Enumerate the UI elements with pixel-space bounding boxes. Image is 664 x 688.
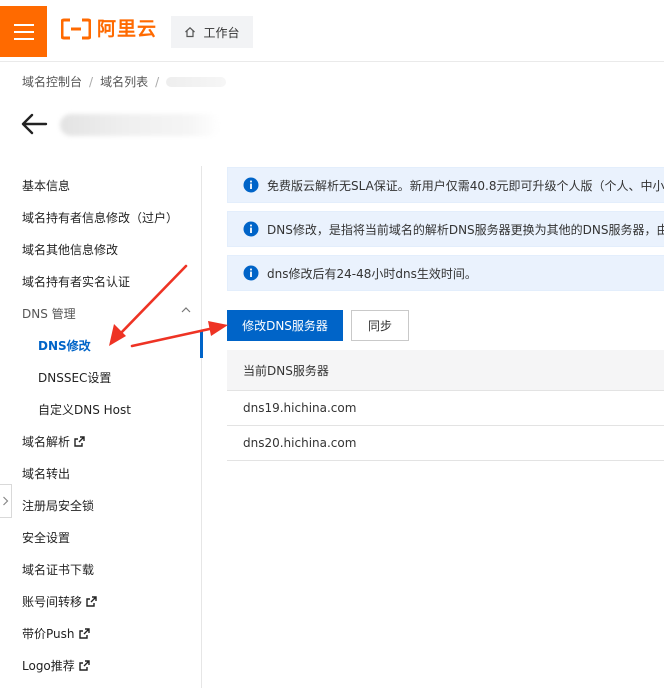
dns-server-value: dns20.hichina.com xyxy=(243,436,357,450)
menu-line xyxy=(13,30,34,33)
sidebar-item-security-settings[interactable]: 安全设置 xyxy=(22,529,70,546)
aliyun-logo-icon xyxy=(61,18,91,40)
menu-line xyxy=(13,37,34,40)
notice-free-version: 免费版云解析无SLA保证。新用户仅需40.8元即可升级个人版（个人、中小企业 xyxy=(227,167,664,203)
chevron-up-icon[interactable] xyxy=(180,305,192,315)
aliyun-logo[interactable]: 阿里云 xyxy=(61,18,157,40)
sidebar-item-label: 域名持有者信息修改（过户） xyxy=(22,211,179,225)
workbench-label: 工作台 xyxy=(203,25,240,40)
sidebar-item-label: 域名其他信息修改 xyxy=(22,243,119,257)
sidebar-item-dnssec[interactable]: DNSSEC设置 xyxy=(38,369,111,386)
info-icon xyxy=(243,177,259,193)
workbench-button[interactable]: 工作台 xyxy=(171,16,253,48)
notice-dns-modify-explain: DNS修改，是指将当前域名的解析DNS服务器更换为其他的DNS服务器，由你 xyxy=(227,211,664,247)
breadcrumb-separator: / xyxy=(155,74,160,89)
sidebar-item-label: 基本信息 xyxy=(22,179,71,193)
active-indicator xyxy=(200,330,203,358)
sidebar-item-priced-push[interactable]: 带价Push xyxy=(22,625,90,642)
sidebar-group-dns-management[interactable]: DNS 管理 xyxy=(22,305,76,322)
notice-text: dns修改后有24-48小时dns生效时间。 xyxy=(267,266,477,281)
sidebar-item-label: DNS 管理 xyxy=(22,307,76,321)
external-link-icon xyxy=(78,628,90,639)
logo-text: 阿里云 xyxy=(97,18,158,40)
notice-text: DNS修改，是指将当前域名的解析DNS服务器更换为其他的DNS服务器，由你 xyxy=(267,222,664,237)
sidebar-item-label: 自定义DNS Host xyxy=(38,403,131,417)
home-icon xyxy=(185,26,196,38)
sidebar-item-basic-info[interactable]: 基本信息 xyxy=(22,177,70,194)
sidebar-item-label: Logo推荐 xyxy=(22,659,75,673)
sidebar-item-label: 安全设置 xyxy=(22,531,71,545)
back-arrow-icon[interactable] xyxy=(20,112,48,136)
sidebar-item-label: 域名持有者实名认证 xyxy=(22,275,131,289)
breadcrumb: 域名控制台 / 域名列表 / xyxy=(22,73,227,90)
sidebar-item-domain-transfer-out[interactable]: 域名转出 xyxy=(22,465,70,482)
sidebar-item-logo-recommend[interactable]: Logo推荐 xyxy=(22,657,90,674)
sync-button[interactable]: 同步 xyxy=(351,310,409,341)
sidebar-collapse-toggle[interactable] xyxy=(0,484,12,518)
info-icon xyxy=(243,265,259,281)
sidebar-item-label: DNSSEC设置 xyxy=(38,371,112,385)
breadcrumb-domain-console[interactable]: 域名控制台 xyxy=(22,73,82,90)
sidebar-item-label: 账号间转移 xyxy=(22,595,83,609)
external-link-icon xyxy=(74,436,85,447)
sidebar-item-other-info-change[interactable]: 域名其他信息修改 xyxy=(22,241,118,258)
sidebar-item-label: 注册局安全锁 xyxy=(22,499,95,513)
sidebar-item-registry-lock[interactable]: 注册局安全锁 xyxy=(22,497,94,514)
top-bar: 阿里云 工作台 xyxy=(0,0,664,62)
redacted-domain-title xyxy=(60,114,220,136)
sidebar-item-certificate-download[interactable]: 域名证书下载 xyxy=(22,561,94,578)
info-icon xyxy=(243,221,259,237)
sidebar-item-domain-resolve[interactable]: 域名解析 xyxy=(22,433,85,450)
dns-server-value: dns19.hichina.com xyxy=(243,401,357,415)
sidebar-item-label: 域名证书下载 xyxy=(22,563,95,577)
dns-table-header-label: 当前DNS服务器 xyxy=(243,363,329,378)
hamburger-menu-button[interactable] xyxy=(0,6,47,57)
breadcrumb-domain-list[interactable]: 域名列表 xyxy=(100,73,148,90)
breadcrumb-redacted-domain xyxy=(166,76,227,87)
sidebar-item-label: 域名解析 xyxy=(22,435,71,449)
sidebar-item-realname-auth[interactable]: 域名持有者实名认证 xyxy=(22,273,130,290)
sidebar-item-label: 域名转出 xyxy=(22,467,71,481)
modify-dns-server-button[interactable]: 修改DNS服务器 xyxy=(227,310,343,341)
sidebar-item-account-transfer[interactable]: 账号间转移 xyxy=(22,593,97,610)
breadcrumb-separator: / xyxy=(89,74,94,89)
sidebar-item-custom-dns-host[interactable]: 自定义DNS Host xyxy=(38,401,131,418)
external-link-icon xyxy=(86,596,97,607)
external-link-icon xyxy=(79,660,90,671)
chevron-right-icon xyxy=(3,496,9,506)
menu-line xyxy=(13,23,34,26)
sidebar-item-dns-modify[interactable]: DNS修改 xyxy=(38,337,91,354)
sidebar-item-holder-info-change[interactable]: 域名持有者信息修改（过户） xyxy=(22,209,178,226)
notice-dns-effective-time: dns修改后有24-48小时dns生效时间。 xyxy=(227,255,664,291)
notice-text: 免费版云解析无SLA保证。新用户仅需40.8元即可升级个人版（个人、中小企业 xyxy=(267,178,664,193)
table-row: dns19.hichina.com xyxy=(227,391,664,426)
sidebar-item-label: 带价Push xyxy=(22,627,75,641)
sidebar-item-label: DNS修改 xyxy=(38,339,91,353)
dns-table-header: 当前DNS服务器 xyxy=(227,350,664,391)
table-row: dns20.hichina.com xyxy=(227,426,664,461)
